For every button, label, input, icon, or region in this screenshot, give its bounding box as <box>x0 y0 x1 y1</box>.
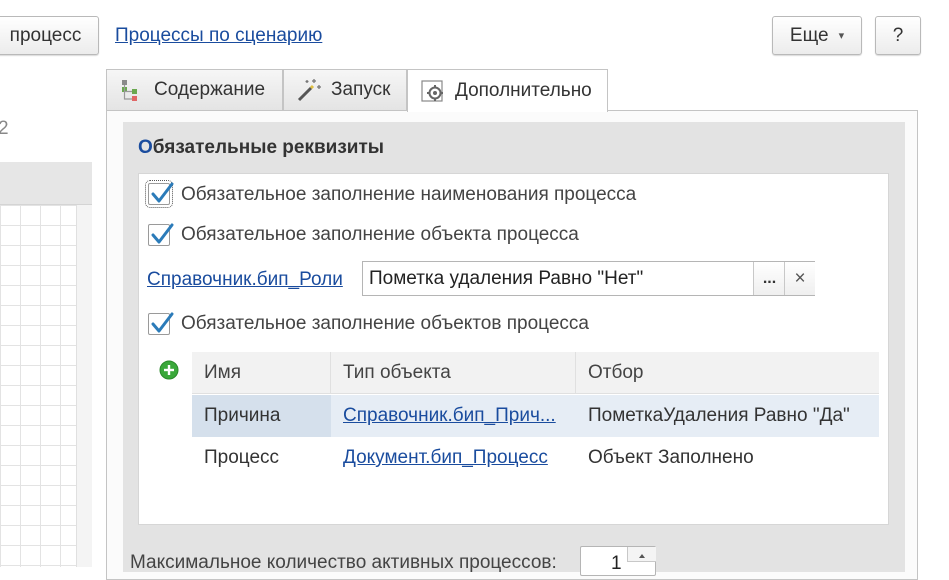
check-icon <box>151 223 174 244</box>
column-header-type[interactable]: Тип объекта <box>331 352 576 394</box>
select-button[interactable]: ... <box>753 262 785 295</box>
add-row-button[interactable] <box>159 360 179 380</box>
objects-required-checkbox[interactable] <box>148 312 174 335</box>
row-type-cell[interactable]: Справочник.бип_Прич... <box>331 395 576 437</box>
row-filter-cell[interactable]: ПометкаУдаления Равно "Да" <box>576 395 879 437</box>
row-type-link[interactable]: Документ.бип_Процесс <box>343 447 548 469</box>
help-button-label: ? <box>892 24 904 46</box>
roles-filter-field[interactable]: ... × <box>362 261 815 296</box>
column-header-filter[interactable]: Отбор <box>576 352 879 394</box>
row-filter-cell[interactable]: Объект Заполнено <box>576 437 879 479</box>
group-title-text: бязательные реквизиты <box>152 137 384 158</box>
row-name-text: Причина <box>204 405 281 426</box>
column-header-type-label: Тип объекта <box>343 361 451 383</box>
help-button[interactable]: ? <box>875 16 921 55</box>
max-active-label: Максимальное количество активных процесс… <box>130 552 557 573</box>
tab-content-label: Содержание <box>154 79 266 100</box>
roles-filter-input[interactable] <box>363 262 751 295</box>
create-process-button[interactable]: процесс <box>0 16 99 55</box>
clear-button[interactable]: × <box>784 262 815 295</box>
check-icon <box>151 182 174 203</box>
check-icon <box>151 312 174 333</box>
close-icon: × <box>794 267 806 289</box>
column-header-name[interactable]: Имя <box>192 352 331 394</box>
chevron-down-icon: ▾ <box>838 30 845 42</box>
chevron-up-icon <box>639 554 645 558</box>
group-title[interactable]: Обязательные реквизиты <box>138 137 384 159</box>
object-required-label[interactable]: Обязательное заполнение объекта процесса <box>181 224 579 246</box>
spin-up-button[interactable] <box>627 547 656 562</box>
left-pane-grid[interactable] <box>0 205 76 567</box>
more-button-label: Еще <box>789 24 829 46</box>
row-name-cell[interactable]: Процесс <box>192 437 331 479</box>
name-required-checkbox[interactable] <box>145 180 174 208</box>
left-counter: 2 <box>0 118 9 139</box>
more-button[interactable]: Еще ▾ <box>772 16 862 55</box>
settings-icon <box>420 78 446 104</box>
row-name-cell[interactable]: Причина <box>192 395 331 437</box>
tab-content[interactable]: Содержание <box>106 69 283 110</box>
left-pane-scrollbar[interactable] <box>76 205 92 567</box>
objects-required-label[interactable]: Обязательное заполнение объектов процесс… <box>181 313 589 335</box>
max-active-field[interactable]: 1 <box>580 546 656 576</box>
create-process-label: процесс <box>9 24 82 46</box>
scenario-processes-link[interactable]: Процессы по сценарию <box>115 25 322 47</box>
tab-launch-label: Запуск <box>331 79 391 100</box>
column-header-name-label: Имя <box>204 361 242 383</box>
object-required-checkbox[interactable] <box>148 223 174 246</box>
tab-launch[interactable]: Запуск <box>283 69 407 110</box>
select-button-label: ... <box>762 269 777 287</box>
row-name-text: Процесс <box>204 447 280 468</box>
tab-additional[interactable]: Дополнительно <box>407 69 608 112</box>
name-required-label[interactable]: Обязательное заполнение наименования про… <box>181 184 636 206</box>
plus-circle-icon <box>159 360 179 380</box>
row-type-cell[interactable]: Документ.бип_Процесс <box>331 437 576 479</box>
roles-catalog-link[interactable]: Справочник.бип_Роли <box>147 269 343 291</box>
column-header-filter-label: Отбор <box>588 361 644 383</box>
max-active-value: 1 <box>611 553 622 574</box>
row-type-link[interactable]: Справочник.бип_Прич... <box>343 405 556 427</box>
tab-additional-label: Дополнительно <box>455 80 592 101</box>
tree-icon <box>119 77 145 103</box>
row-filter-text: ПометкаУдаления Равно "Да" <box>588 405 850 426</box>
row-filter-text: Объект Заполнено <box>588 447 754 468</box>
group-title-accent: О <box>138 137 153 158</box>
left-pane-header <box>0 162 92 205</box>
magic-wand-icon <box>296 77 322 103</box>
